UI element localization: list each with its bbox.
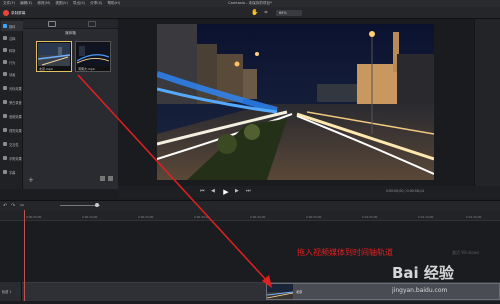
annotation-text: 拖入视频媒体到时间轴轨道 [297,248,393,257]
windows-activation-watermark: 激活 Windows [452,250,480,255]
baidu-watermark-url: jingyan.baidu.com [392,287,448,294]
baidu-watermark: Bai 经验 [392,264,454,282]
annotation-arrow [77,74,272,288]
